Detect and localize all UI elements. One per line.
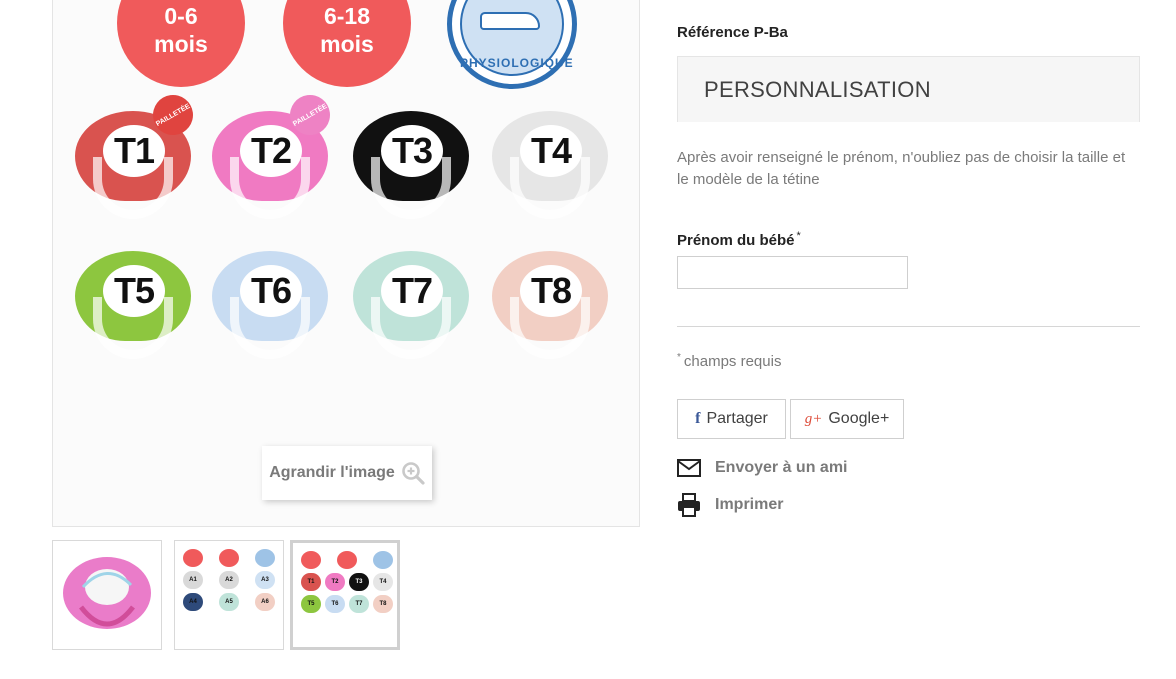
divider (677, 326, 1140, 327)
mini-pacifier: T3 (349, 573, 369, 591)
google-plus-share-button[interactable]: g+ Google+ (790, 399, 904, 439)
age-badge-0-6: 0-6 mois (117, 0, 245, 87)
pacifier-label: T8 (520, 265, 582, 317)
product-main-image[interactable]: 0-6 mois 6-18 mois PHYSIOLOGIQUE T1 PAILL… (52, 0, 640, 527)
mini-pacifier: A3 (255, 571, 275, 589)
mini-badge (255, 549, 275, 567)
reference-label: Référence (677, 24, 750, 41)
mini-row: A1 A2 A3 (183, 571, 275, 589)
mini-pacifier: A1 (183, 571, 203, 589)
thumbnail-1[interactable] (52, 540, 162, 650)
thumb-grid-t: T1 T2 T3 T4 T5 T6 T7 T8 (301, 551, 393, 617)
print-label: Imprimer (715, 496, 784, 513)
required-note-mark: * (677, 352, 681, 363)
printer-icon (678, 493, 700, 517)
pacifier-t7: T7 (349, 239, 473, 363)
mini-pacifier: A4 (183, 593, 203, 611)
pink-pacifier-thumbnail-icon (63, 557, 151, 629)
pacifier-label: T6 (240, 265, 302, 317)
required-mark: * (796, 230, 801, 242)
pacifier-label: T4 (520, 125, 582, 177)
mini-row: A4 A5 A6 (183, 593, 275, 611)
pacifier-t4: T4 (488, 99, 612, 223)
physio-shape (480, 12, 540, 30)
product-reference: Référence P-Ba (677, 24, 788, 41)
personalization-title: PERSONNALISATION (704, 76, 931, 102)
facebook-share-label: Partager (706, 410, 768, 427)
google-plus-icon: g+ (804, 410, 823, 427)
zoom-label: Agrandir l'image (269, 464, 395, 481)
reference-value: P-Ba (753, 24, 788, 41)
pacifier-label: T3 (381, 125, 443, 177)
first-name-label-text: Prénom du bébé (677, 232, 795, 249)
mini-pacifier: T5 (301, 595, 321, 613)
mini-badge (183, 549, 203, 567)
facebook-icon: f (695, 410, 701, 427)
mini-badge (301, 551, 321, 569)
thumbnail-2[interactable]: A1 A2 A3 A4 A5 A6 (174, 540, 284, 650)
mini-row: T5 T6 T7 T8 (301, 595, 393, 613)
zoom-image-button[interactable]: Agrandir l'image (262, 446, 432, 500)
pacifier-label: T5 (103, 265, 165, 317)
mini-pacifier: T4 (373, 573, 393, 591)
mini-pacifier: A6 (255, 593, 275, 611)
pacifier-t2: T2 PAILLETÉE (208, 87, 338, 223)
zoom-in-icon (401, 462, 425, 485)
mini-pacifier: T8 (373, 595, 393, 613)
mini-pacifier: A2 (219, 571, 239, 589)
mini-top-row (183, 549, 275, 567)
pacifier-t8: T8 (488, 239, 612, 363)
first-name-label: Prénom du bébé * (677, 230, 801, 249)
mini-pacifier: A5 (219, 593, 239, 611)
required-fields-note: * champs requis (677, 352, 781, 370)
send-to-friend-link[interactable]: Envoyer à un ami (677, 456, 848, 480)
pacifier-t6: T6 (208, 239, 332, 363)
first-name-input[interactable] (677, 256, 908, 289)
mini-badge (373, 551, 393, 569)
required-note-text: champs requis (683, 353, 782, 370)
personalization-description: Après avoir renseigné le prénom, n'oubli… (677, 149, 1126, 188)
age-badge-6-18: 6-18 mois (283, 0, 411, 87)
physiologique-logo: PHYSIOLOGIQUE (447, 0, 577, 89)
pacifier-t1: T1 PAILLETÉE (71, 87, 201, 223)
google-plus-label: Google+ (828, 410, 890, 427)
envelope-icon (677, 459, 701, 477)
facebook-share-button[interactable]: f Partager (677, 399, 786, 439)
print-link[interactable]: Imprimer (677, 493, 783, 517)
send-to-friend-label: Envoyer à un ami (715, 459, 848, 476)
pacifier-t5: T5 (71, 239, 195, 363)
mini-badge (219, 549, 239, 567)
badge-line: 0-6 (164, 2, 198, 29)
personalization-tab[interactable]: PERSONNALISATION (677, 56, 1140, 122)
mini-top-row (301, 551, 393, 569)
mini-pacifier: T7 (349, 595, 369, 613)
thumbnail-3-selected[interactable]: T1 T2 T3 T4 T5 T6 T7 T8 (290, 540, 400, 650)
mini-pacifier: T2 (325, 573, 345, 591)
pacifier-t3: T3 (349, 99, 473, 223)
badge-line: 6-18 (323, 2, 371, 29)
pacifier-label: T7 (381, 265, 443, 317)
badge-line: mois (320, 31, 374, 58)
mini-pacifier: T6 (325, 595, 345, 613)
pacifier-label: T1 (103, 125, 165, 177)
badge-line: mois (154, 31, 208, 58)
physio-label: PHYSIOLOGIQUE (460, 56, 574, 70)
mini-row: T1 T2 T3 T4 (301, 573, 393, 591)
mini-pacifier: T1 (301, 573, 321, 591)
mini-badge (337, 551, 357, 569)
thumb-grid-a: A1 A2 A3 A4 A5 A6 (183, 549, 275, 615)
pacifier-label: T2 (240, 125, 302, 177)
